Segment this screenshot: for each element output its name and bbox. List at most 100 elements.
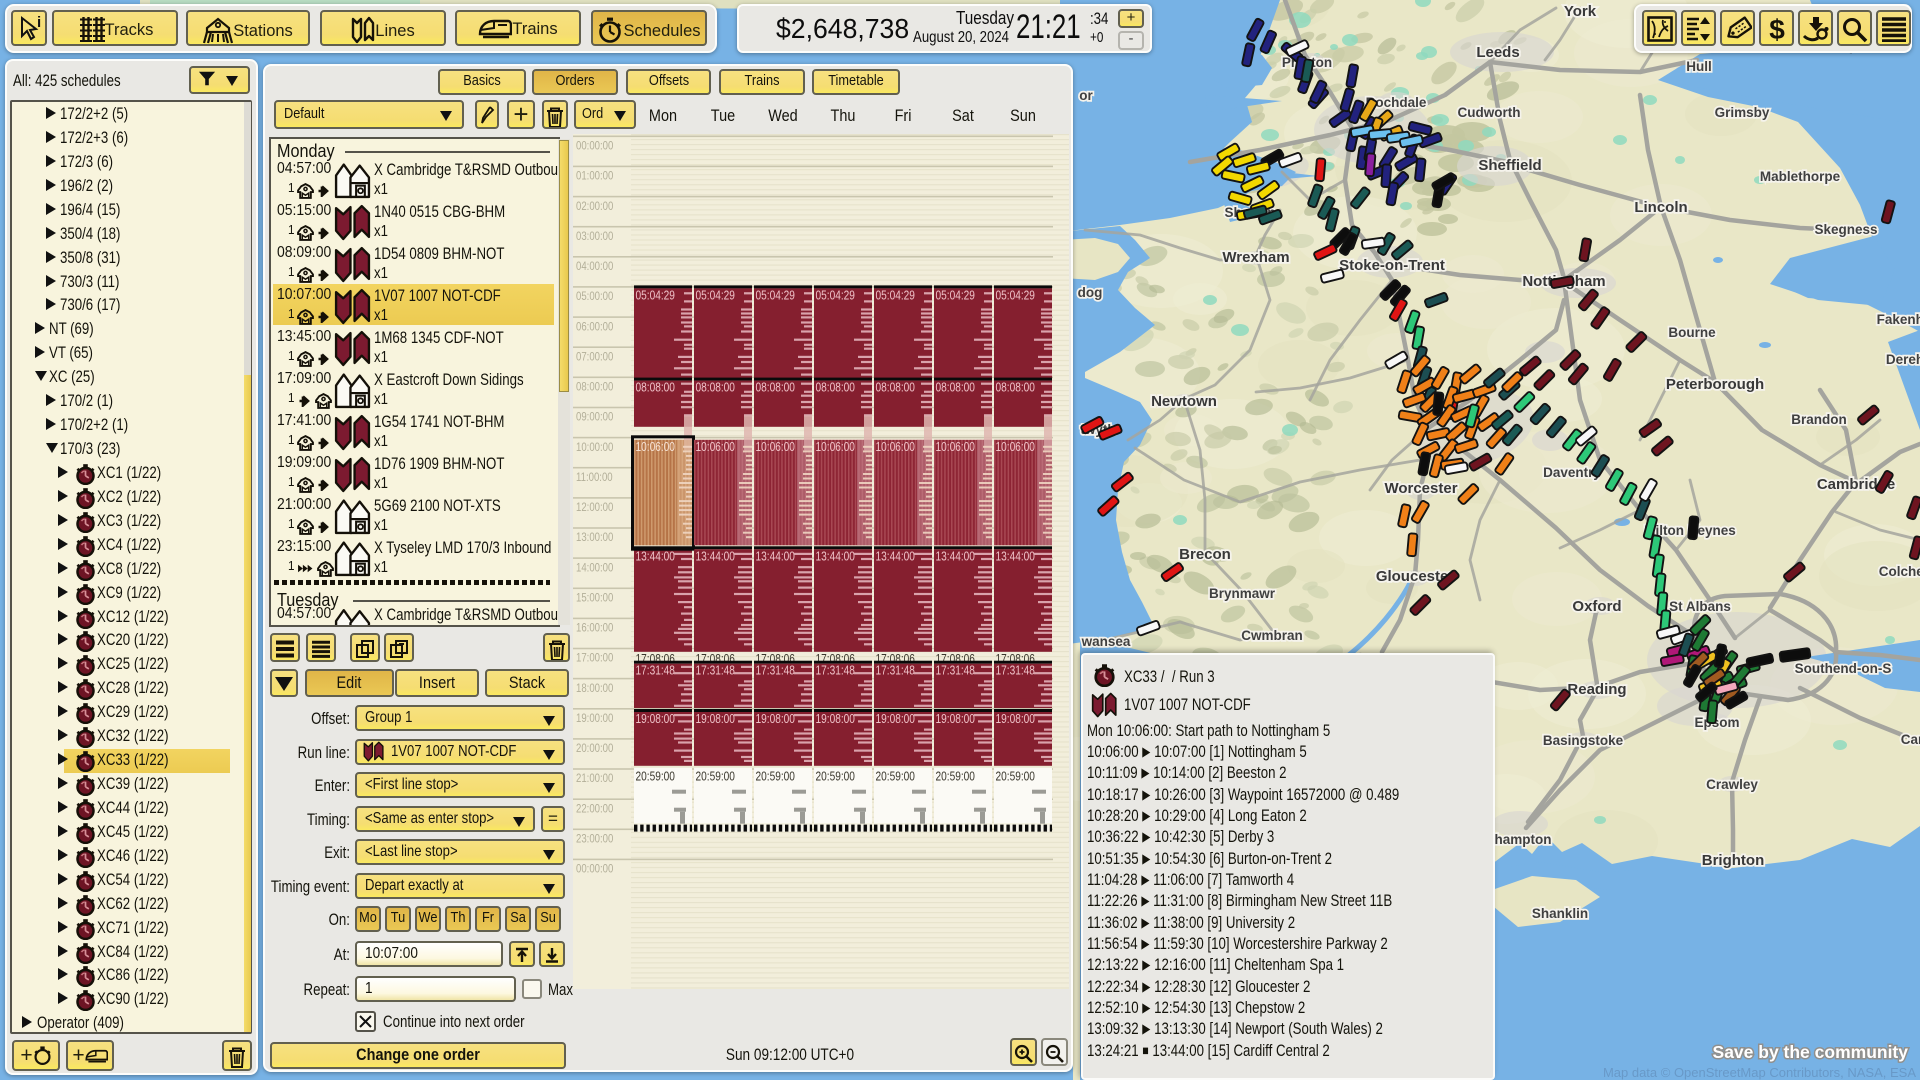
svg-text:18:00:00: 18:00:00 — [576, 682, 613, 695]
svg-text:Leeds: Leeds — [1476, 44, 1519, 61]
svg-text:04:00:00: 04:00:00 — [576, 260, 613, 273]
svg-text:10:06:00: 10:06:00 — [696, 440, 736, 454]
svg-text:Map data © OpenStreetMap Contr: Map data © OpenStreetMap Contributors, N… — [1603, 1065, 1916, 1080]
svg-text:08:08:00: 08:08:00 — [636, 380, 676, 394]
svg-text:10:06:00: 10:06:00 — [936, 440, 976, 454]
svg-text:11:00:00: 11:00:00 — [576, 471, 613, 484]
svg-text:01:00:00: 01:00:00 — [576, 170, 613, 183]
svg-text:Sheffield: Sheffield — [1478, 157, 1541, 174]
svg-text:Car: Car — [1901, 732, 1920, 747]
svg-text:10:00:00: 10:00:00 — [576, 441, 613, 454]
svg-text:10:06:00: 10:06:00 — [756, 440, 796, 454]
svg-text:13:44:00: 13:44:00 — [996, 549, 1036, 563]
svg-text:23:00:00: 23:00:00 — [576, 833, 613, 846]
svg-text:Brynmawr: Brynmawr — [1209, 586, 1276, 601]
svg-text:Southend-on-S: Southend-on-S — [1795, 661, 1892, 676]
svg-text:21:00:00: 21:00:00 — [576, 772, 613, 785]
svg-text:dog: dog — [1078, 285, 1103, 300]
svg-text:17:31:48: 17:31:48 — [756, 664, 795, 678]
svg-text:08:08:00: 08:08:00 — [876, 380, 916, 394]
svg-text:Fakenham: Fakenham — [1877, 312, 1920, 327]
svg-text:09:00:00: 09:00:00 — [576, 411, 613, 424]
svg-text:02:00:00: 02:00:00 — [576, 200, 613, 213]
svg-text:14:00:00: 14:00:00 — [576, 561, 613, 574]
svg-text:i: i — [37, 14, 41, 31]
svg-text:20:59:00: 20:59:00 — [816, 770, 856, 784]
svg-text:Basingstoke: Basingstoke — [1543, 733, 1624, 748]
svg-text:St Albans: St Albans — [1669, 599, 1731, 614]
svg-text:19:08:00: 19:08:00 — [996, 712, 1036, 726]
svg-text:Newtown: Newtown — [1151, 393, 1217, 410]
svg-text:20:00:00: 20:00:00 — [576, 742, 613, 755]
svg-text:22:00:00: 22:00:00 — [576, 802, 613, 815]
svg-text:13:44:00: 13:44:00 — [756, 549, 796, 563]
svg-text:15:00:00: 15:00:00 — [576, 592, 613, 605]
svg-text:17:31:48: 17:31:48 — [876, 664, 915, 678]
svg-text:Colches: Colches — [1879, 564, 1920, 579]
svg-text:19:08:00: 19:08:00 — [696, 712, 736, 726]
svg-text:Grimsby: Grimsby — [1715, 105, 1770, 120]
svg-text:00:00:00: 00:00:00 — [576, 863, 613, 876]
svg-text:$: $ — [1769, 16, 1785, 44]
svg-text:08:08:00: 08:08:00 — [996, 380, 1036, 394]
svg-text:17:31:48: 17:31:48 — [996, 664, 1035, 678]
svg-text:05:04:29: 05:04:29 — [936, 288, 975, 302]
svg-text:Brecon: Brecon — [1179, 546, 1231, 563]
svg-text:05:00:00: 05:00:00 — [576, 290, 613, 303]
svg-text:Cudworth: Cudworth — [1458, 105, 1521, 120]
svg-text:Worcester: Worcester — [1384, 480, 1457, 497]
svg-text:17:31:48: 17:31:48 — [636, 664, 675, 678]
svg-text:10:06:00: 10:06:00 — [996, 440, 1036, 454]
svg-text:19:08:00: 19:08:00 — [756, 712, 796, 726]
svg-text:17:31:48: 17:31:48 — [816, 664, 855, 678]
svg-text:19:08:00: 19:08:00 — [876, 712, 916, 726]
svg-text:Peterborough: Peterborough — [1666, 376, 1764, 393]
svg-text:03:00:00: 03:00:00 — [576, 230, 613, 243]
svg-text:19:00:00: 19:00:00 — [576, 712, 613, 725]
svg-text:13:44:00: 13:44:00 — [636, 549, 676, 563]
svg-text:Cwmbran: Cwmbran — [1241, 628, 1303, 643]
svg-text:York: York — [1564, 3, 1597, 20]
svg-text:Shanklin: Shanklin — [1532, 906, 1588, 921]
svg-text:20:59:00: 20:59:00 — [996, 770, 1036, 784]
svg-text:08:08:00: 08:08:00 — [696, 380, 736, 394]
svg-text:19:08:00: 19:08:00 — [636, 712, 676, 726]
svg-text:05:04:29: 05:04:29 — [876, 288, 915, 302]
svg-text:10:06:00: 10:06:00 — [636, 440, 676, 454]
svg-text:16:00:00: 16:00:00 — [576, 622, 613, 635]
svg-text:Save by the community: Save by the community — [1713, 1042, 1909, 1062]
svg-text:08:00:00: 08:00:00 — [576, 381, 613, 394]
svg-text:20:59:00: 20:59:00 — [696, 770, 736, 784]
svg-text:or: or — [1079, 88, 1093, 103]
svg-text:19:08:00: 19:08:00 — [936, 712, 976, 726]
svg-text:20:59:00: 20:59:00 — [636, 770, 676, 784]
svg-text:05:04:29: 05:04:29 — [816, 288, 855, 302]
svg-text:13:44:00: 13:44:00 — [936, 549, 976, 563]
svg-text:13:00:00: 13:00:00 — [576, 531, 613, 544]
svg-text:Reading: Reading — [1567, 681, 1626, 698]
svg-text:05:04:29: 05:04:29 — [636, 288, 675, 302]
svg-text:08:08:00: 08:08:00 — [816, 380, 856, 394]
svg-text:wansea: wansea — [1081, 634, 1131, 649]
svg-text:Mablethorpe: Mablethorpe — [1760, 169, 1841, 184]
svg-text:Wrexham: Wrexham — [1222, 249, 1289, 266]
svg-text:06:00:00: 06:00:00 — [576, 320, 613, 333]
svg-text:08:08:00: 08:08:00 — [936, 380, 976, 394]
svg-text:17:31:48: 17:31:48 — [936, 664, 975, 678]
svg-text:13:44:00: 13:44:00 — [816, 549, 856, 563]
svg-text:12:00:00: 12:00:00 — [576, 501, 613, 514]
svg-text:17:00:00: 17:00:00 — [576, 652, 613, 665]
svg-text:20:59:00: 20:59:00 — [876, 770, 916, 784]
svg-text:Oxford: Oxford — [1572, 598, 1621, 615]
svg-text:10:06:00: 10:06:00 — [816, 440, 856, 454]
svg-text:10:06:00: 10:06:00 — [876, 440, 916, 454]
svg-text:05:04:29: 05:04:29 — [696, 288, 735, 302]
svg-text:05:04:29: 05:04:29 — [996, 288, 1035, 302]
svg-text:Crawley: Crawley — [1706, 777, 1758, 792]
svg-text:07:00:00: 07:00:00 — [576, 350, 613, 363]
svg-text:00:00:00: 00:00:00 — [576, 140, 613, 153]
svg-text:08:08:00: 08:08:00 — [756, 380, 796, 394]
svg-text:Stoke-on-Trent: Stoke-on-Trent — [1339, 257, 1445, 274]
svg-text:20:59:00: 20:59:00 — [936, 770, 976, 784]
svg-text:13:44:00: 13:44:00 — [876, 549, 916, 563]
